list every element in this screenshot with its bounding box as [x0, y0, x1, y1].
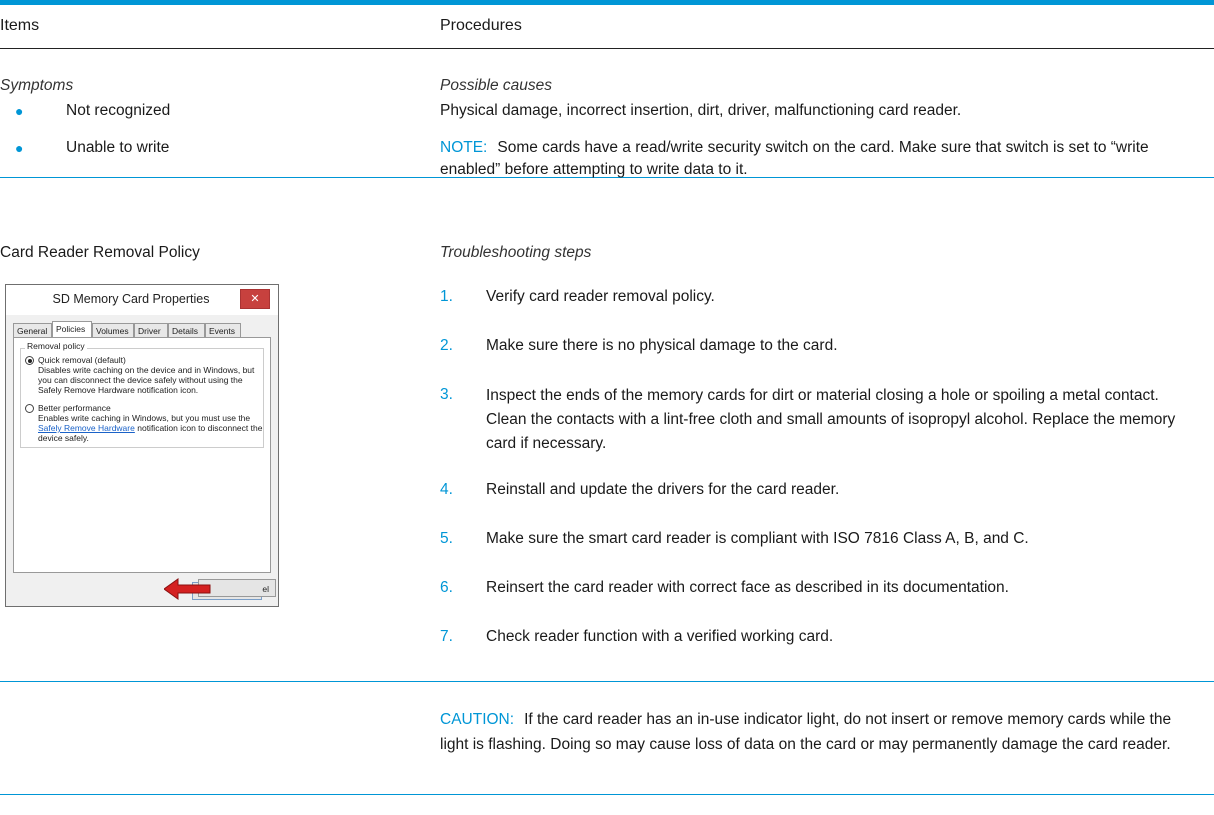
policies-panel: Removal policy Quick removal (default) D… [13, 337, 271, 573]
caution-text: If the card reader has an in-use indicat… [440, 711, 1172, 753]
caution-paragraph: CAUTION: If the card reader has an in-use… [440, 707, 1200, 757]
tab-volumes[interactable]: Volumes [92, 323, 134, 337]
step-number: 5. [440, 530, 453, 547]
quick-removal-label: Quick removal (default) [38, 355, 126, 365]
removal-policy-group-label: Removal policy [25, 341, 87, 351]
note-label: NOTE: [440, 139, 488, 156]
dialog-title-bar: SD Memory Card Properties ✕ [6, 285, 278, 315]
red-arrow-icon [164, 578, 211, 600]
possible-causes-label: Possible causes [440, 77, 553, 94]
removal-policy-group: Removal policy Quick removal (default) D… [20, 341, 264, 448]
row-divider [0, 681, 1214, 682]
quick-removal-radio[interactable] [25, 356, 34, 365]
symptom-item: Unable to write [66, 139, 170, 156]
better-performance-label: Better performance [38, 403, 111, 413]
step-text: Check reader function with a verified wo… [486, 628, 834, 645]
header-rule [0, 48, 1214, 49]
close-icon[interactable]: ✕ [240, 289, 270, 309]
step-text: Reinsert the card reader with correct fa… [486, 579, 1009, 596]
tab-events[interactable]: Events [205, 323, 241, 337]
tab-general[interactable]: General [13, 323, 52, 337]
bullet-icon: ● [15, 103, 24, 119]
quick-removal-description: Disables write caching on the device and… [38, 365, 255, 395]
step-text: Make sure the smart card reader is compl… [486, 530, 1029, 547]
symptom-item: Not recognized [66, 102, 171, 119]
tab-details[interactable]: Details [168, 323, 205, 337]
tab-driver[interactable]: Driver [134, 323, 168, 337]
note-text: Some cards have a read/write security sw… [440, 139, 1149, 178]
step-text: Make sure there is no physical damage to… [486, 337, 838, 354]
bullet-icon: ● [15, 140, 24, 156]
causes-text: Physical damage, incorrect insertion, di… [440, 102, 962, 119]
step-number: 6. [440, 579, 453, 596]
step-number: 7. [440, 628, 453, 645]
step-number: 3. [440, 386, 453, 403]
caution-label: CAUTION: [440, 711, 515, 728]
troubleshooting-steps-label: Troubleshooting steps [440, 244, 592, 261]
step-text: Reinstall and update the drivers for the… [486, 481, 840, 498]
step-text: Verify card reader removal policy. [486, 288, 715, 305]
step-number: 2. [440, 337, 453, 354]
step-text: Inspect the ends of the memory cards for… [486, 387, 1176, 452]
removal-policy-label: Card Reader Removal Policy [0, 244, 200, 261]
step-number: 4. [440, 481, 453, 498]
tab-policies[interactable]: Policies [52, 321, 92, 338]
column-header-procedures: Procedures [440, 17, 522, 34]
safely-remove-hardware-link[interactable]: Safely Remove Hardware [38, 423, 135, 433]
symptoms-label: Symptoms [0, 77, 74, 94]
note-paragraph: NOTE: Some cards have a read/write securi… [440, 137, 1200, 181]
better-desc-part1: Enables write caching in Windows, but yo… [38, 413, 251, 423]
dialog-title: SD Memory Card Properties [52, 292, 210, 306]
sd-card-properties-dialog: SD Memory Card Properties ✕ General Poli… [5, 284, 279, 607]
better-performance-radio[interactable] [25, 404, 34, 413]
top-rule [0, 0, 1214, 5]
column-header-items: Items [0, 17, 40, 34]
row-divider [0, 794, 1214, 795]
step-number: 1. [440, 288, 453, 305]
better-performance-description: Enables write caching in Windows, but yo… [38, 413, 263, 443]
